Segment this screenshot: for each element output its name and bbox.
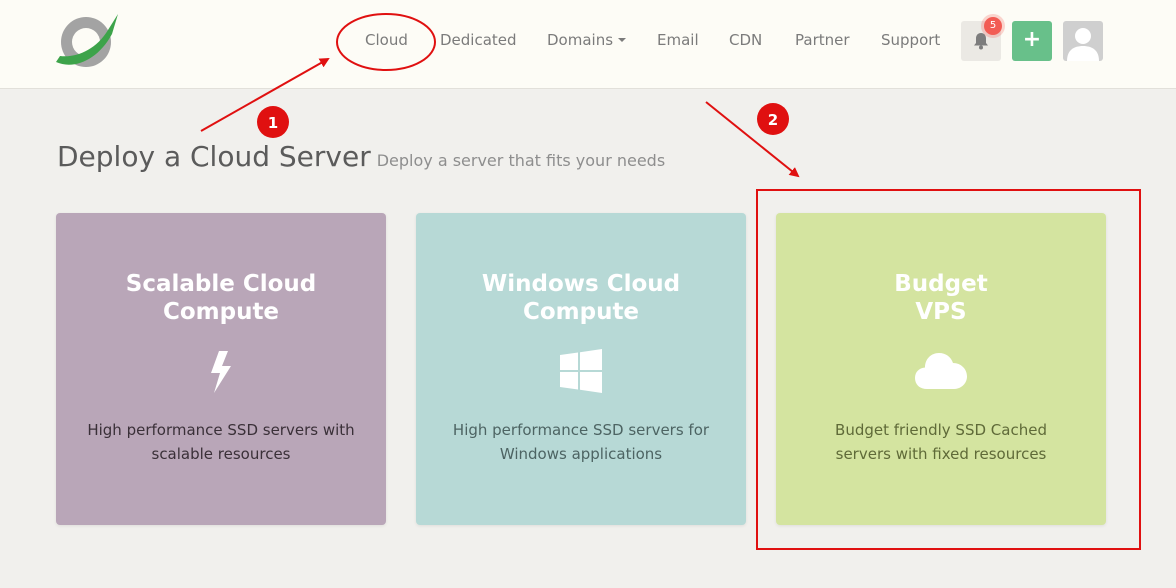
step-marker-1-label: 1 [268, 114, 278, 132]
highlight-cloud-circle [336, 13, 436, 71]
step-marker-2-label: 2 [768, 111, 778, 129]
tutorial-annotations: 1 2 [200, 13, 1141, 550]
highlight-budget-vps-box [756, 189, 1141, 550]
step-marker-2: 2 [757, 103, 789, 135]
step-marker-1: 1 [257, 106, 289, 138]
